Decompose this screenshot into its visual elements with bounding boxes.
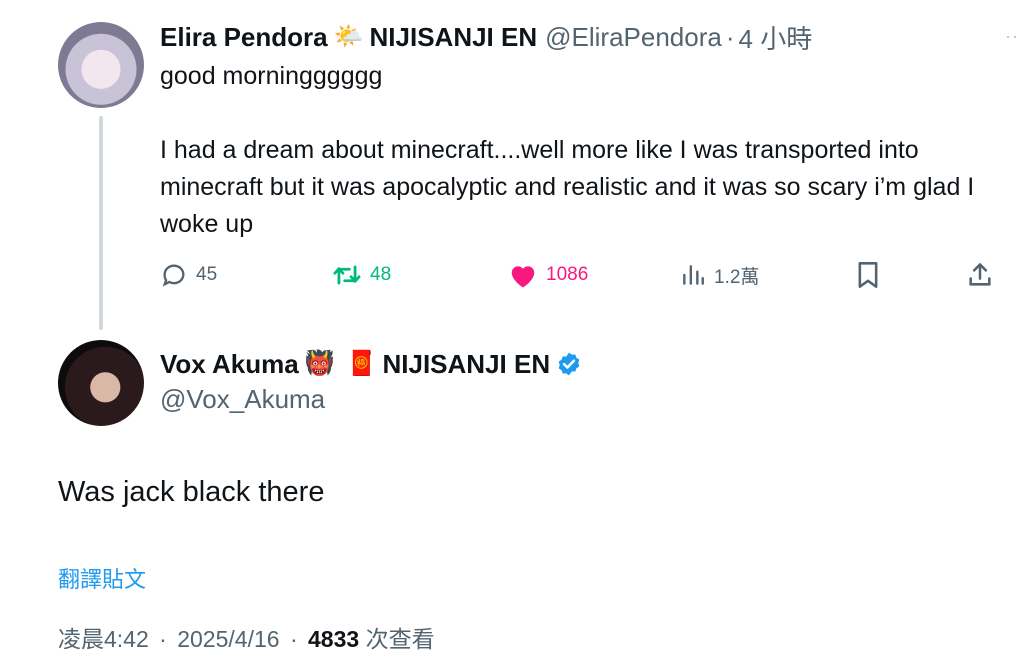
reply-icon <box>162 264 185 287</box>
retweet-count: 48 <box>370 264 392 285</box>
reply-display-name[interactable]: Vox Akuma <box>160 349 299 380</box>
heart-icon <box>511 266 535 288</box>
more-options-icon[interactable]: ·· <box>1005 26 1024 50</box>
reply-tweet-header: Vox Akuma 👹 🧧 NIJISANJI EN <box>160 346 582 382</box>
share-button[interactable] <box>966 258 994 292</box>
verified-badge-icon[interactable] <box>556 351 582 377</box>
header-separator: · <box>725 21 735 52</box>
views-count: 1.2萬 <box>714 266 760 288</box>
share-icon <box>969 263 991 286</box>
thread-line <box>99 116 103 330</box>
reply-meta: 凌晨4:42 · 2025/4/16 · 4833 次查看 <box>58 620 435 654</box>
sun-cloud-emoji: 🌤️ <box>333 23 364 50</box>
avatar-elira[interactable] <box>58 22 144 108</box>
translate-post-link[interactable]: 翻譯貼文 <box>58 562 146 594</box>
reply-views-count: 4833 <box>308 626 360 652</box>
bookmark-icon <box>858 262 878 288</box>
reply-tweet-text: Was jack black there <box>58 476 325 508</box>
parent-tweet-text: good morningggggg I had a dream about mi… <box>160 62 975 238</box>
meta-separator-2: · <box>289 626 298 652</box>
bookmark-button[interactable] <box>856 258 880 292</box>
reply-affiliation[interactable]: NIJISANJI EN <box>383 349 551 380</box>
like-button[interactable]: 1086 <box>508 258 588 292</box>
like-count: 1086 <box>546 264 589 285</box>
parent-handle[interactable]: @EliraPendora <box>545 22 722 53</box>
reply-button[interactable]: 45 <box>160 258 217 292</box>
red-envelope-emoji: 🧧 <box>346 350 377 377</box>
parent-action-bar: 45 48 1086 1.2萬 <box>160 258 1000 292</box>
meta-separator-1: · <box>159 626 167 652</box>
reply-date[interactable]: 2025/4/16 <box>177 626 279 652</box>
retweet-icon <box>333 265 361 285</box>
reply-views-label: 次查看 <box>365 626 435 652</box>
parent-display-name[interactable]: Elira Pendora <box>160 22 328 53</box>
parent-time[interactable]: 4 小時 <box>739 19 813 56</box>
parent-affiliation[interactable]: NIJISANJI EN <box>370 22 538 53</box>
retweet-button[interactable]: 48 <box>332 258 391 292</box>
reply-time[interactable]: 凌晨4:42 <box>58 626 149 652</box>
views-icon <box>683 265 704 285</box>
avatar-vox[interactable] <box>58 340 144 426</box>
reply-count: 45 <box>196 264 218 285</box>
views-button[interactable]: 1.2萬 <box>680 258 759 292</box>
parent-tweet-header: Elira Pendora 🌤️ NIJISANJI EN @EliraPend… <box>160 20 812 54</box>
reply-handle[interactable]: @Vox_Akuma <box>160 384 325 415</box>
ogre-emoji: 👹 <box>304 350 335 377</box>
